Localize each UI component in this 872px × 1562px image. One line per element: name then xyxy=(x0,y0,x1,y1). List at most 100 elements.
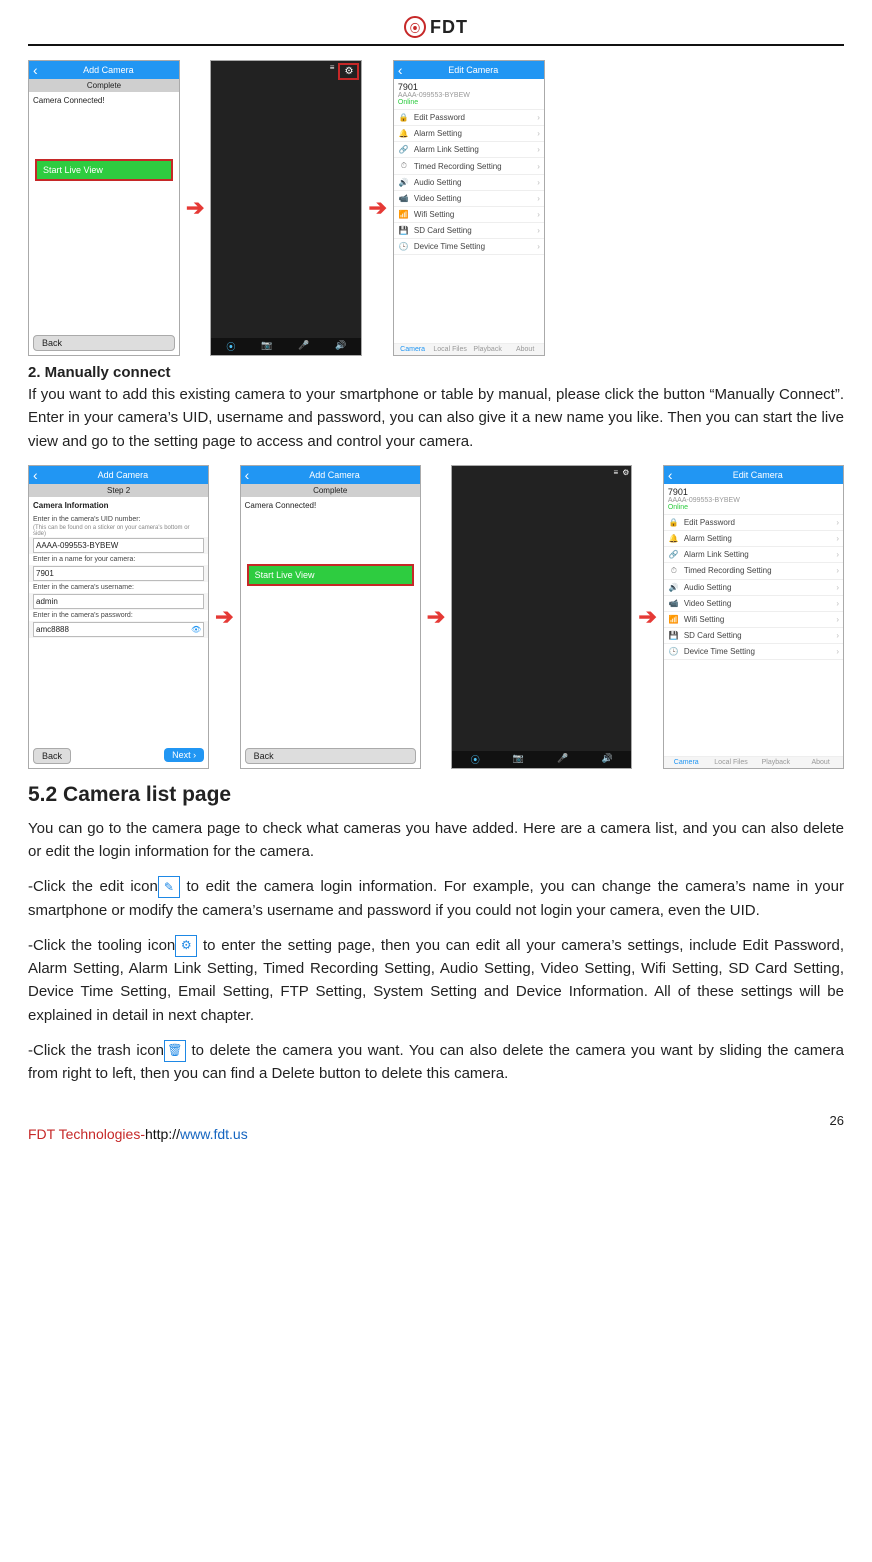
setting-device-time[interactable]: 🕒Device Time Setting› xyxy=(664,644,843,660)
video-icon: 📹 xyxy=(668,599,680,608)
setting-edit-password[interactable]: 🔒Edit Password› xyxy=(664,515,843,531)
snapshot-icon[interactable]: ⦿ xyxy=(226,340,235,353)
camera-status: Online xyxy=(398,99,540,106)
back-icon[interactable]: ‹ xyxy=(33,62,38,78)
edit-icon: ✎ xyxy=(158,876,180,898)
tab-camera[interactable]: Camera xyxy=(664,757,709,768)
camera-status: Online xyxy=(668,504,839,511)
audio-icon: 🔊 xyxy=(668,583,680,592)
chevron-icon: › xyxy=(537,129,540,138)
tab-camera[interactable]: Camera xyxy=(394,344,432,355)
setting-sd-card[interactable]: 💾SD Card Setting› xyxy=(394,223,544,239)
tab-playback[interactable]: Playback xyxy=(469,344,507,355)
wifi-icon: 📶 xyxy=(398,210,410,219)
setting-device-time[interactable]: 🕒Device Time Setting› xyxy=(394,239,544,255)
titlebar-add-camera: ‹Add Camera xyxy=(241,466,420,484)
username-input[interactable]: admin xyxy=(33,594,204,609)
camera-header: 7901 AAAA-099553-BYBEW Online xyxy=(664,484,843,515)
start-live-view-button[interactable]: Start Live View xyxy=(35,159,173,181)
uid-input[interactable]: AAAA-099553-BYBEW xyxy=(33,538,204,553)
chevron-icon: › xyxy=(537,242,540,251)
paragraph-trash-icon: -Click the trash icon🗑 to delete the cam… xyxy=(28,1039,844,1086)
gear-icon[interactable]: ⚙ xyxy=(338,63,359,80)
video-icon: 📹 xyxy=(398,194,410,203)
chevron-icon: › xyxy=(836,647,839,656)
setting-sd-card[interactable]: 💾SD Card Setting› xyxy=(664,628,843,644)
tab-playback[interactable]: Playback xyxy=(753,757,798,768)
setting-audio[interactable]: 🔊Audio Setting› xyxy=(394,175,544,191)
chevron-icon: › xyxy=(537,178,540,187)
setting-edit-password[interactable]: 🔒Edit Password› xyxy=(394,110,544,126)
phone-edit-camera-2: ‹Edit Camera 7901 AAAA-099553-BYBEW Onli… xyxy=(663,465,844,769)
mic-icon[interactable]: 🎤 xyxy=(298,340,309,353)
uid-label: Enter in the camera's UID number: xyxy=(29,514,208,525)
snapshot-icon[interactable]: ⦿ xyxy=(471,753,480,766)
connected-label: Camera Connected! xyxy=(29,92,179,109)
titlebar-edit-camera: ‹Edit Camera xyxy=(664,466,843,484)
chevron-icon: › xyxy=(836,518,839,527)
speaker-icon[interactable]: 🔊 xyxy=(602,753,613,766)
gear-icon[interactable]: ⚙ xyxy=(622,468,629,477)
screenshot-row-2: ‹Add Camera Step 2 Camera Information En… xyxy=(28,465,844,769)
setting-video[interactable]: 📹Video Setting› xyxy=(394,191,544,207)
section-heading-manually-connect: 2. Manually connect xyxy=(28,364,844,381)
chevron-icon: › xyxy=(836,566,839,575)
next-button[interactable]: Next › xyxy=(164,748,204,762)
password-input[interactable]: amc8888👁 xyxy=(33,622,204,637)
name-label: Enter in a name for your camera: xyxy=(29,554,208,565)
connected-label: Camera Connected! xyxy=(241,497,420,514)
bottom-tabs: Camera Local Files Playback About xyxy=(664,756,843,768)
wifi-icon: 📶 xyxy=(668,615,680,624)
sliders-icon[interactable]: ≡ xyxy=(330,63,335,80)
back-icon[interactable]: ‹ xyxy=(668,467,673,483)
camera-uid: AAAA-099553-BYBEW xyxy=(668,497,839,504)
back-icon[interactable]: ‹ xyxy=(245,467,250,483)
sliders-icon[interactable]: ≡ xyxy=(614,468,619,477)
chevron-icon: › xyxy=(836,631,839,640)
speaker-icon[interactable]: 🔊 xyxy=(335,340,346,353)
mic-icon[interactable]: 🎤 xyxy=(557,753,568,766)
complete-label: Complete xyxy=(29,79,179,92)
setting-video[interactable]: 📹Video Setting› xyxy=(664,596,843,612)
setting-alarm-link[interactable]: 🔗Alarm Link Setting› xyxy=(394,142,544,158)
uid-hint: (This can be found on a sticker on your … xyxy=(29,525,208,537)
setting-wifi[interactable]: 📶Wifi Setting› xyxy=(394,207,544,223)
setting-alarm[interactable]: 🔔Alarm Setting› xyxy=(394,126,544,142)
camera-info-heading: Camera Information xyxy=(29,497,208,514)
eye-icon[interactable]: 👁 xyxy=(191,625,201,634)
setting-alarm[interactable]: 🔔Alarm Setting› xyxy=(664,531,843,547)
name-input[interactable]: 7901 xyxy=(33,566,204,581)
lock-icon: 🔒 xyxy=(668,518,680,527)
gear-icon: ⚙ xyxy=(175,935,197,957)
start-live-view-button[interactable]: Start Live View xyxy=(247,564,414,586)
back-button[interactable]: Back xyxy=(33,748,71,764)
setting-timed-recording[interactable]: ⏱Timed Recording Setting› xyxy=(394,158,544,175)
setting-wifi[interactable]: 📶Wifi Setting› xyxy=(664,612,843,628)
setting-timed-recording[interactable]: ⏱Timed Recording Setting› xyxy=(664,563,843,580)
back-icon[interactable]: ‹ xyxy=(33,467,38,483)
back-button[interactable]: Back xyxy=(245,748,416,764)
heading-camera-list-page: 5.2 Camera list page xyxy=(28,783,844,807)
camera-uid: AAAA-099553-BYBEW xyxy=(398,92,540,99)
setting-alarm-link[interactable]: 🔗Alarm Link Setting› xyxy=(664,547,843,563)
setting-audio[interactable]: 🔊Audio Setting› xyxy=(664,580,843,596)
link-icon: 🔗 xyxy=(398,145,410,154)
paragraph-edit-icon: -Click the edit icon✎ to edit the camera… xyxy=(28,875,844,922)
link-icon: 🔗 xyxy=(668,550,680,559)
record-icon[interactable]: 📷 xyxy=(261,340,272,353)
record-icon[interactable]: 📷 xyxy=(513,753,524,766)
back-icon[interactable]: ‹ xyxy=(398,62,403,78)
tab-local-files[interactable]: Local Files xyxy=(431,344,469,355)
live-bottombar: ⦿ 📷 🎤 🔊 xyxy=(211,338,361,355)
page-footer: FDT Technologies-http://www.fdt.us 26 xyxy=(28,1113,844,1142)
tab-about[interactable]: About xyxy=(506,344,544,355)
page-number: 26 xyxy=(830,1113,844,1128)
phone-camera-info-form: ‹Add Camera Step 2 Camera Information En… xyxy=(28,465,209,769)
tab-about[interactable]: About xyxy=(798,757,843,768)
back-button[interactable]: Back xyxy=(33,335,175,351)
footer-text: FDT Technologies-http://www.fdt.us xyxy=(28,1126,248,1142)
tab-local-files[interactable]: Local Files xyxy=(709,757,754,768)
sd-icon: 💾 xyxy=(668,631,680,640)
logo-text: FDT xyxy=(430,17,468,38)
live-topbar: ≡⚙ xyxy=(452,466,631,479)
